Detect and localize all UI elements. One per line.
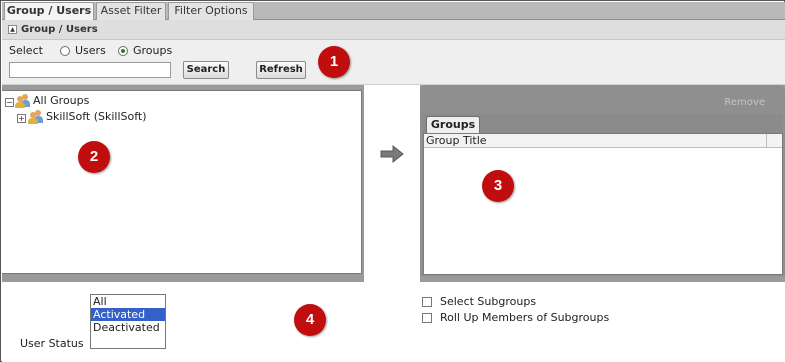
users-group-icon [15, 94, 31, 108]
selected-groups-grid: Group Title 3 [423, 133, 783, 275]
selected-tab-strip: Groups [423, 114, 783, 133]
tab-filter-options[interactable]: Filter Options [168, 2, 254, 20]
callout-2: 2 [78, 141, 110, 173]
status-option-deactivated[interactable]: Deactivated [91, 321, 165, 334]
selected-groups-panel: Remove Groups Group Title 3 [420, 85, 785, 276]
remove-button[interactable]: Remove [724, 97, 765, 108]
callout-3: 3 [482, 170, 514, 202]
callout-4: 4 [294, 304, 326, 336]
column-divider [766, 134, 767, 148]
tab-group-users[interactable]: Group / Users [4, 2, 94, 21]
search-input[interactable] [9, 62, 171, 78]
select-subgroups-label: Select Subgroups [440, 295, 537, 308]
status-option-activated[interactable]: Activated [91, 308, 165, 321]
select-subgroups-checkbox[interactable] [422, 297, 432, 307]
status-option-all[interactable]: All [91, 295, 165, 308]
groups-radio-label: Groups [133, 44, 173, 57]
group-tree-panel: − All Groups + SkillSoft (SkillSoft) 2 [2, 90, 362, 274]
collapse-icon[interactable]: − [5, 98, 14, 107]
callout-1: 1 [318, 46, 350, 78]
tab-asset-filter[interactable]: Asset Filter [96, 2, 166, 20]
section-title: Group / Users [21, 24, 98, 35]
tree-node-skillsoft[interactable]: SkillSoft (SkillSoft) [46, 110, 147, 123]
groups-radio[interactable] [118, 46, 128, 56]
tab-bar: Group / Users Asset Filter Filter Option… [2, 2, 785, 21]
search-button[interactable]: Search [183, 61, 229, 79]
expand-icon[interactable]: + [17, 114, 26, 123]
select-area: Select Users Groups Search Refresh 1 [2, 40, 785, 85]
rollup-members-checkbox[interactable] [422, 313, 432, 323]
user-status-label: User Status [20, 337, 84, 350]
users-group-icon [28, 110, 44, 124]
rollup-members-label: Roll Up Members of Subgroups [440, 311, 610, 324]
move-column [364, 85, 420, 282]
filter-window: Group / Users Asset Filter Filter Option… [0, 0, 785, 362]
user-status-listbox[interactable]: All Activated Deactivated [90, 294, 166, 349]
grid-header: Group Title [424, 134, 782, 148]
group-selection-region: − All Groups + SkillSoft (SkillSoft) 2 R… [2, 85, 785, 282]
tree-node-all-groups[interactable]: All Groups [33, 94, 89, 107]
refresh-button[interactable]: Refresh [256, 61, 306, 79]
column-header-group-title[interactable]: Group Title [426, 134, 487, 147]
users-radio-label: Users [75, 44, 106, 57]
status-options-area: All Activated Deactivated User Status 4 … [2, 282, 785, 362]
collapse-toggle-icon[interactable]: ▲ [8, 25, 17, 34]
select-label: Select [9, 44, 43, 57]
tab-groups[interactable]: Groups [426, 116, 480, 133]
users-radio[interactable] [60, 46, 70, 56]
section-header: ▲ Group / Users [2, 20, 785, 40]
add-arrow-icon[interactable] [379, 145, 405, 163]
